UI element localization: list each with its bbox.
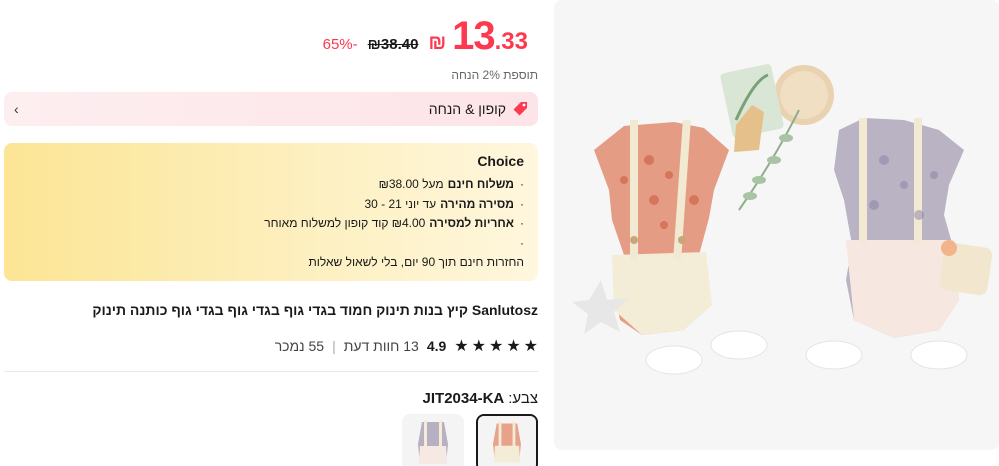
product-info-panel: 13 .33 ₪ ₪38.40 65%- תוספת 2% הנחה קופון…: [4, 0, 538, 466]
choice-title: Choice: [477, 153, 524, 169]
star-rating: ★ ★ ★ ★ ★: [454, 336, 538, 356]
chevron-left-icon: ‹: [14, 101, 19, 117]
benefit-free-returns: החזרות חינם תוך 90 יום, בלי לשאול שאלות: [18, 253, 524, 273]
color-value: JIT2034-KA: [422, 390, 505, 407]
romper-orange-thumbnail-icon: [478, 416, 536, 466]
choice-benefits-box[interactable]: Choice · משלוח חינם מעל ₪38.00 · מסירה מ…: [4, 143, 538, 281]
romper-lavender-thumbnail-icon: [402, 414, 464, 466]
benefit-label: אחריות למסירה: [429, 216, 514, 230]
star-icon: ★: [488, 338, 504, 355]
rating-row[interactable]: ★ ★ ★ ★ ★ 4.9 13 חוות דעת | 55 נמכר: [275, 336, 538, 356]
color-swatches: [402, 414, 538, 466]
original-price: ₪38.40: [367, 36, 419, 53]
separator: |: [332, 338, 336, 354]
benefit-delivery-guarantee: · אחריות למסירה ₪4.00 קוד קופון למשלוח מ…: [18, 214, 524, 234]
benefit-text: מעל ₪38.00: [378, 177, 444, 191]
product-main-image[interactable]: [554, 0, 999, 450]
swatch-orange-floral[interactable]: [476, 414, 538, 466]
star-icon: ★: [454, 338, 469, 355]
sold-count: 55 נמכר: [274, 338, 325, 354]
price-currency: ₪: [428, 32, 447, 54]
benefit-label: מסירה מהירה: [440, 196, 514, 211]
benefit-fast-delivery: · מסירה מהירה עד יוני 21 - 30: [18, 195, 524, 215]
swatch-lavender-floral[interactable]: [402, 414, 464, 466]
romper-photo: [554, 0, 999, 450]
extra-discount: תוספת 2% הנחה: [451, 68, 538, 82]
rating-value: 4.9: [426, 338, 447, 354]
star-icon: ★: [471, 338, 486, 355]
color-label-text: צבע:: [508, 390, 538, 407]
benefit-text: עד יוני 21 - 30: [364, 196, 437, 211]
coupon-label: קופון & הנחה: [428, 101, 506, 117]
discount-percent: 65%-: [322, 36, 358, 53]
benefit-text: החזרות חינם תוך 90 יום, בלי לשאול שאלות: [308, 255, 524, 269]
star-icon: ★: [523, 338, 538, 355]
benefit-label: משלוח חינם: [447, 177, 514, 191]
current-price: 13 .33 ₪: [428, 14, 528, 59]
price-row: 13 .33 ₪ ₪38.40 65%-: [323, 14, 528, 59]
price-integer: 13: [452, 14, 495, 58]
review-count[interactable]: 13 חוות דעת: [344, 338, 419, 354]
product-title: Sanlutosz קיץ בנות תינוק חמוד בגדי גוף ב…: [92, 302, 538, 318]
divider: [4, 371, 538, 372]
coupon-discount-bar[interactable]: קופון & הנחה ‹: [4, 92, 538, 126]
benefit-empty: ·: [520, 235, 524, 250]
color-selector-label: צבע: JIT2034-KA: [423, 390, 538, 407]
coupon-tag-icon: [513, 102, 527, 116]
price-decimal: .33: [494, 28, 528, 55]
star-icon: ★: [506, 338, 521, 355]
benefit-text: ₪4.00 קוד קופון למשלוח מאוחר: [264, 216, 426, 230]
benefit-free-shipping: · משלוח חינם מעל ₪38.00: [18, 175, 524, 195]
